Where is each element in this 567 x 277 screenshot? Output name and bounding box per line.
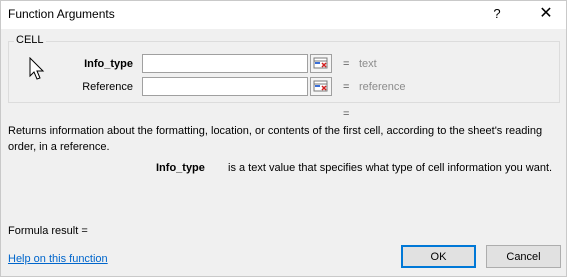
cancel-button[interactable]: Cancel — [486, 245, 561, 268]
reference-label: Reference — [82, 81, 133, 93]
argument-description-text: is a text value that specifies what type… — [228, 162, 553, 174]
title-bar: Function Arguments ? ✕ — [1, 1, 566, 29]
reference-collapse-button[interactable] — [310, 77, 332, 96]
info-type-equals: = — [343, 58, 350, 70]
collapse-dialog-icon — [313, 80, 328, 92]
reference-equals: = — [343, 81, 350, 93]
arrow-cursor-icon — [29, 57, 45, 80]
reference-input[interactable] — [142, 77, 308, 96]
function-description: Returns information about the formatting… — [8, 125, 543, 153]
ok-button[interactable]: OK — [401, 245, 476, 268]
function-arguments-dialog: Function Arguments ? ✕ CELL Info_type = … — [0, 0, 567, 277]
result-equals: = — [343, 108, 350, 120]
reference-hint: reference — [359, 81, 406, 93]
info-type-label: Info_type — [84, 58, 133, 70]
dialog-title: Function Arguments — [8, 7, 115, 21]
help-on-function-link[interactable]: Help on this function — [8, 253, 108, 265]
info-type-input[interactable] — [142, 54, 308, 73]
formula-result: Formula result = — [8, 225, 88, 237]
close-button[interactable]: ✕ — [536, 3, 556, 25]
collapse-dialog-icon — [313, 57, 328, 69]
info-type-hint: text — [359, 58, 377, 70]
info-type-collapse-button[interactable] — [310, 54, 332, 73]
help-button[interactable]: ? — [489, 6, 505, 24]
group-label: CELL — [14, 34, 46, 46]
argument-description-name: Info_type — [156, 162, 205, 174]
